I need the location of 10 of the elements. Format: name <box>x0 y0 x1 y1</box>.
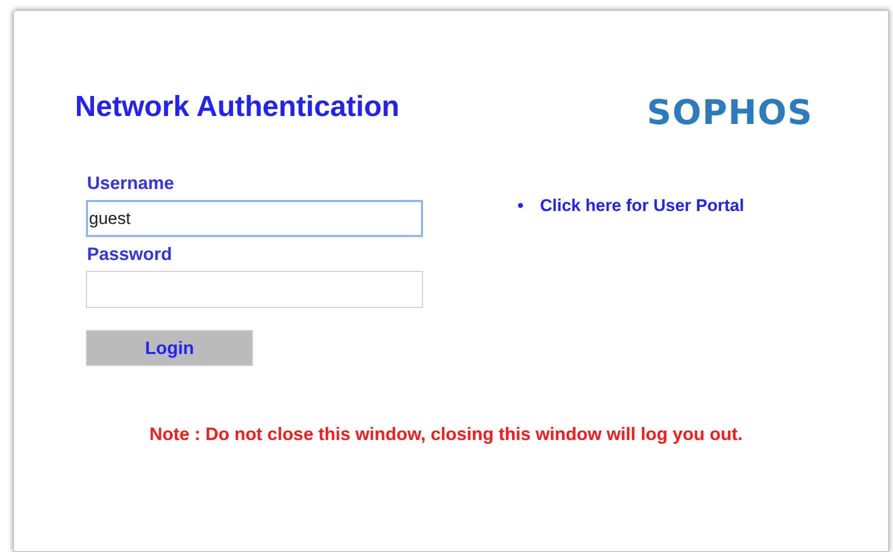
field-label: Password <box>87 243 174 265</box>
user-portal-link[interactable]: Click here for User Portal <box>540 193 744 218</box>
warning-note: Note : Do not close this window, closing this window will log you out. <box>149 423 743 446</box>
logo: SOPHOS <box>646 96 813 130</box>
bullet-icon <box>518 203 523 208</box>
login-button[interactable]: Login <box>86 330 253 366</box>
field-label: Username <box>87 172 176 194</box>
password-field[interactable] <box>86 271 423 308</box>
page-title: Network Authentication <box>75 93 400 122</box>
username-field[interactable]: guest <box>86 200 423 237</box>
